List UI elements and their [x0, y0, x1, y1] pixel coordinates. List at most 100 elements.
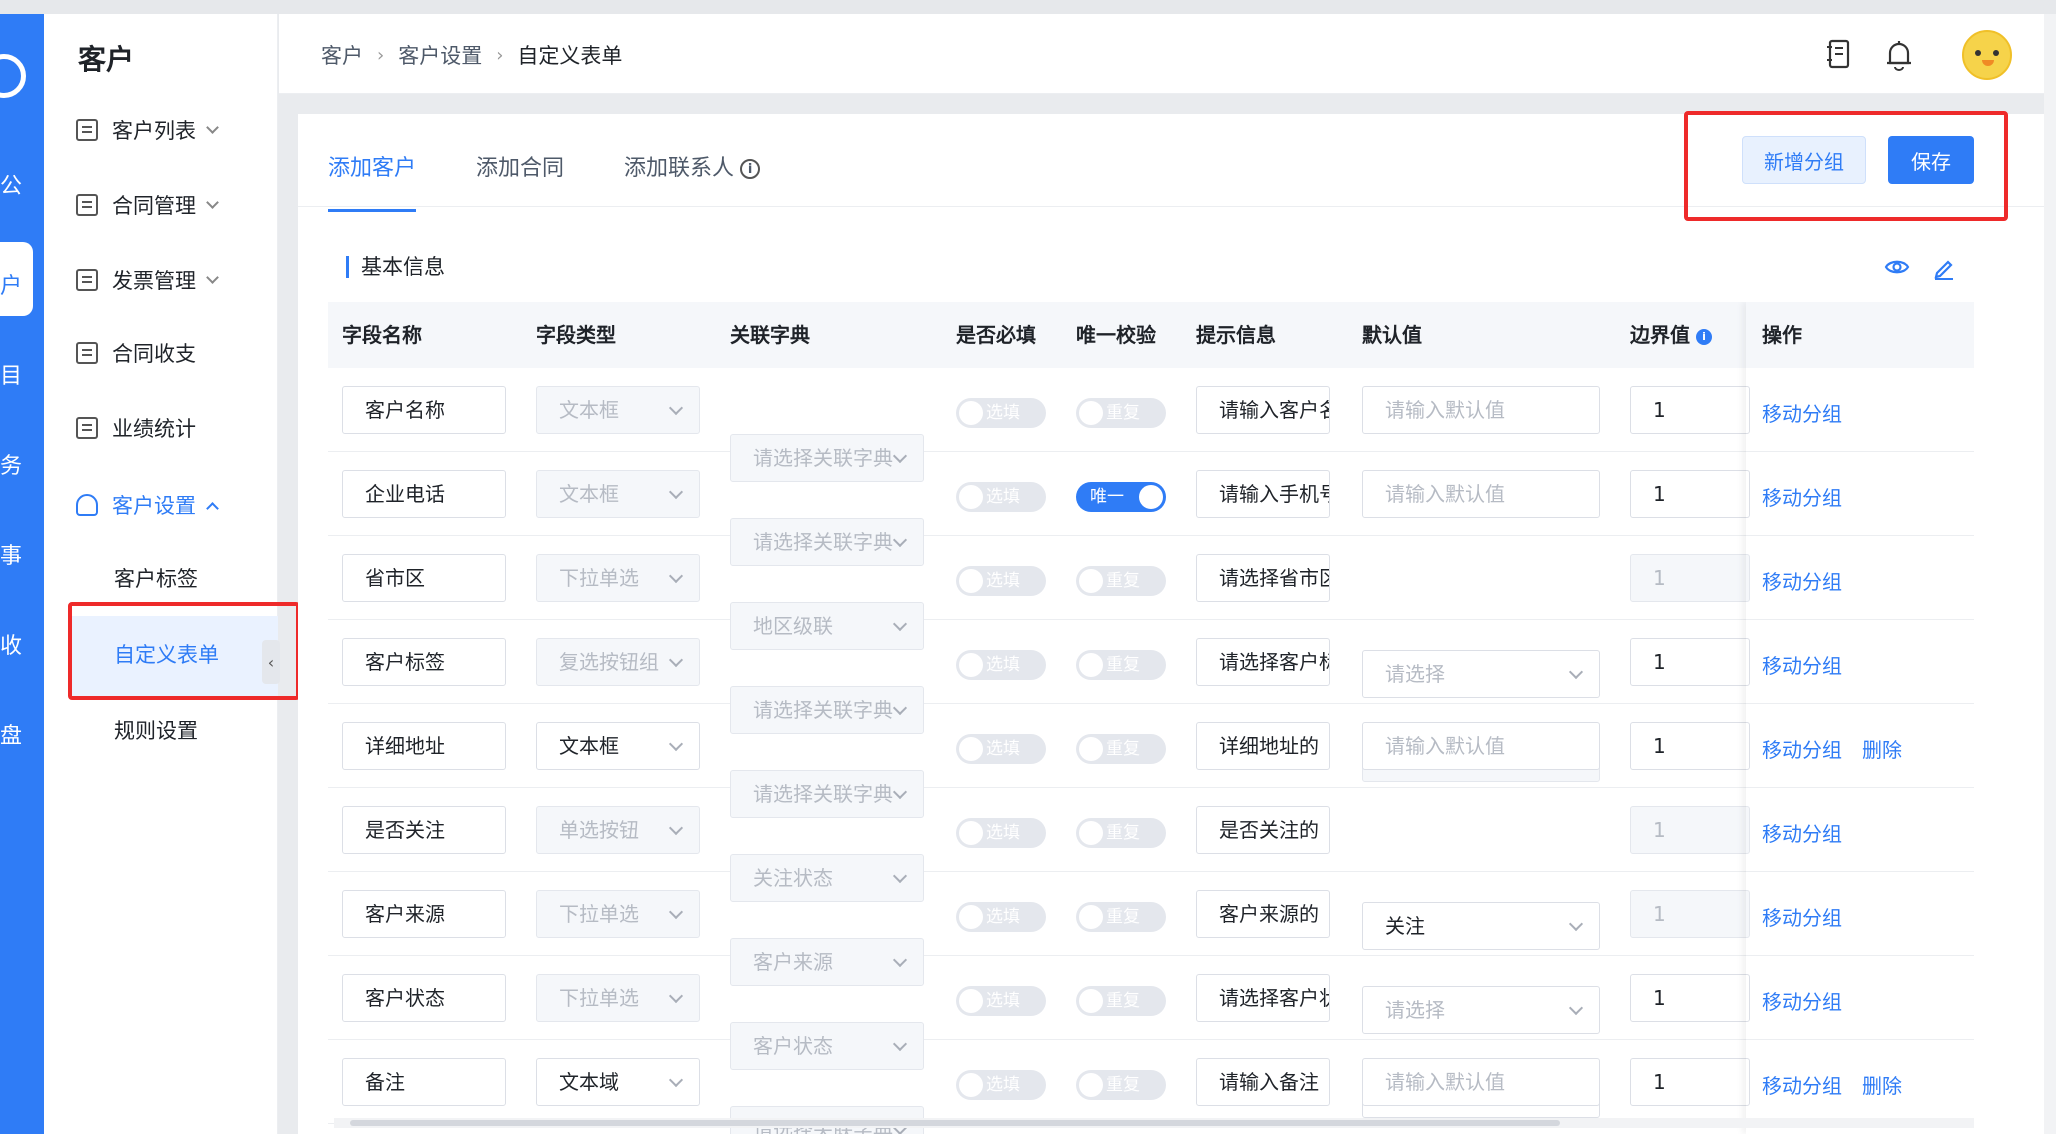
- move-group-link[interactable]: 移动分组: [1762, 482, 1842, 511]
- sidebar-item-customer-settings[interactable]: 客户设置: [76, 485, 219, 525]
- default-value-input[interactable]: 请输入默认值: [1362, 722, 1600, 770]
- tab-add-contact[interactable]: 添加联系人 i: [624, 150, 761, 212]
- bound-value-input[interactable]: 1: [1630, 470, 1750, 518]
- unique-switch[interactable]: 重复: [1076, 650, 1166, 680]
- required-switch[interactable]: 选填: [956, 482, 1046, 512]
- required-switch[interactable]: 选填: [956, 818, 1046, 848]
- field-type-select[interactable]: 文本框: [536, 470, 700, 518]
- hint-input[interactable]: 请选择省市区: [1196, 554, 1330, 602]
- required-switch[interactable]: 选填: [956, 734, 1046, 764]
- move-group-link[interactable]: 移动分组: [1762, 398, 1842, 427]
- unique-switch[interactable]: 重复: [1076, 902, 1166, 932]
- field-name-input[interactable]: 客户标签: [342, 638, 506, 686]
- field-name-input[interactable]: 备注: [342, 1058, 506, 1106]
- unique-switch[interactable]: 唯一: [1076, 482, 1166, 512]
- unique-switch[interactable]: 重复: [1076, 986, 1166, 1016]
- hint-input[interactable]: 请选择客户状态: [1196, 974, 1330, 1022]
- hint-input[interactable]: 客户来源的: [1196, 890, 1330, 938]
- horizontal-scrollbar[interactable]: [334, 1118, 1974, 1128]
- rail-item-project[interactable]: 目: [0, 364, 44, 390]
- field-name-input[interactable]: 企业电话: [342, 470, 506, 518]
- default-value-input[interactable]: 请输入默认值: [1362, 386, 1600, 434]
- move-group-link[interactable]: 移动分组: [1762, 566, 1842, 595]
- sidebar-item-invoice-management[interactable]: 发票管理: [76, 260, 219, 300]
- bell-icon[interactable]: [1883, 38, 1915, 72]
- required-switch[interactable]: 选填: [956, 1070, 1046, 1100]
- field-type-select[interactable]: 下拉单选: [536, 554, 700, 602]
- bound-value-input[interactable]: 1: [1630, 722, 1750, 770]
- field-type-select[interactable]: 文本框: [536, 722, 700, 770]
- hint-input[interactable]: 请输入备注: [1196, 1058, 1330, 1106]
- unique-switch[interactable]: 重复: [1076, 398, 1166, 428]
- eye-icon[interactable]: [1884, 256, 1910, 278]
- hint-input[interactable]: 详细地址的: [1196, 722, 1330, 770]
- breadcrumb-item-customer-settings[interactable]: 客户设置: [398, 40, 482, 70]
- tab-add-customer[interactable]: 添加客户: [328, 150, 417, 212]
- collapse-sidebar-button[interactable]: ‹: [262, 640, 280, 684]
- move-group-link[interactable]: 移动分组: [1762, 902, 1842, 931]
- required-switch[interactable]: 选填: [956, 398, 1046, 428]
- required-switch[interactable]: 选填: [956, 650, 1046, 680]
- delete-link[interactable]: 删除: [1862, 1070, 1902, 1099]
- field-name-input[interactable]: 客户来源: [342, 890, 506, 938]
- unique-switch[interactable]: 重复: [1076, 818, 1166, 848]
- field-name-input[interactable]: 省市区: [342, 554, 506, 602]
- move-group-link[interactable]: 移动分组: [1762, 734, 1842, 763]
- default-value-input[interactable]: 请输入默认值: [1362, 470, 1600, 518]
- field-type-select[interactable]: 文本域: [536, 1058, 700, 1106]
- required-switch[interactable]: 选填: [956, 986, 1046, 1016]
- rail-item-office[interactable]: 公: [0, 174, 44, 200]
- save-button[interactable]: 保存: [1888, 136, 1974, 184]
- delete-link[interactable]: 删除: [1862, 734, 1902, 763]
- hint-input[interactable]: 请输入客户名称: [1196, 386, 1330, 434]
- bound-value-input[interactable]: 1: [1630, 890, 1750, 938]
- avatar[interactable]: [1962, 30, 2012, 80]
- hint-input[interactable]: 请输入手机号: [1196, 470, 1330, 518]
- unique-switch[interactable]: 重复: [1076, 566, 1166, 596]
- sidebar-item-contract-management[interactable]: 合同管理: [76, 185, 219, 225]
- move-group-link[interactable]: 移动分组: [1762, 818, 1842, 847]
- field-type-select[interactable]: 下拉单选: [536, 974, 700, 1022]
- field-name-input[interactable]: 是否关注: [342, 806, 506, 854]
- move-group-link[interactable]: 移动分组: [1762, 650, 1842, 679]
- sidebar-subitem-custom-form[interactable]: 自定义表单: [114, 634, 219, 674]
- field-name-input[interactable]: 详细地址: [342, 722, 506, 770]
- field-type-select[interactable]: 文本框: [536, 386, 700, 434]
- rail-item-affair[interactable]: 事: [0, 544, 44, 570]
- sidebar-item-contract-income-expense[interactable]: 合同收支: [76, 333, 196, 373]
- add-group-button[interactable]: 新增分组: [1742, 136, 1866, 184]
- sidebar-item-performance-stats[interactable]: 业绩统计: [76, 408, 196, 448]
- rail-item-customer[interactable]: 户: [0, 274, 44, 300]
- help-icon[interactable]: i: [1696, 329, 1712, 345]
- bound-value-input[interactable]: 1: [1630, 974, 1750, 1022]
- scrollbar-thumb[interactable]: [350, 1120, 1560, 1126]
- bound-value-input[interactable]: 1: [1630, 554, 1750, 602]
- field-name-input[interactable]: 客户名称: [342, 386, 506, 434]
- breadcrumb-item-customer[interactable]: 客户: [321, 40, 363, 70]
- sidebar-item-customer-list[interactable]: 客户列表: [76, 110, 219, 150]
- bound-value-input[interactable]: 1: [1630, 1058, 1750, 1106]
- field-type-select[interactable]: 单选按钮: [536, 806, 700, 854]
- move-group-link[interactable]: 移动分组: [1762, 1070, 1842, 1099]
- notebook-icon[interactable]: [1824, 38, 1854, 70]
- field-type-select[interactable]: 下拉单选: [536, 890, 700, 938]
- sidebar-subitem-customer-tags[interactable]: 客户标签: [114, 558, 198, 598]
- hint-input[interactable]: 是否关注的: [1196, 806, 1330, 854]
- hint-input[interactable]: 请选择客户标签: [1196, 638, 1330, 686]
- bound-value-input[interactable]: 1: [1630, 806, 1750, 854]
- rail-item-task[interactable]: 务: [0, 454, 44, 480]
- bound-value-input[interactable]: 1: [1630, 638, 1750, 686]
- field-type-select[interactable]: 复选按钮组: [536, 638, 700, 686]
- unique-switch[interactable]: 重复: [1076, 1070, 1166, 1100]
- bound-value-input[interactable]: 1: [1630, 386, 1750, 434]
- tab-add-contract[interactable]: 添加合同: [476, 150, 564, 212]
- unique-switch[interactable]: 重复: [1076, 734, 1166, 764]
- rail-item-income[interactable]: 收: [0, 634, 44, 660]
- sidebar-subitem-rule-settings[interactable]: 规则设置: [114, 710, 198, 750]
- required-switch[interactable]: 选填: [956, 902, 1046, 932]
- default-value-input[interactable]: 请输入默认值: [1362, 1058, 1600, 1106]
- rail-item-inventory[interactable]: 盘: [0, 724, 44, 750]
- move-group-link[interactable]: 移动分组: [1762, 986, 1842, 1015]
- edit-icon[interactable]: [1932, 256, 1956, 280]
- required-switch[interactable]: 选填: [956, 566, 1046, 596]
